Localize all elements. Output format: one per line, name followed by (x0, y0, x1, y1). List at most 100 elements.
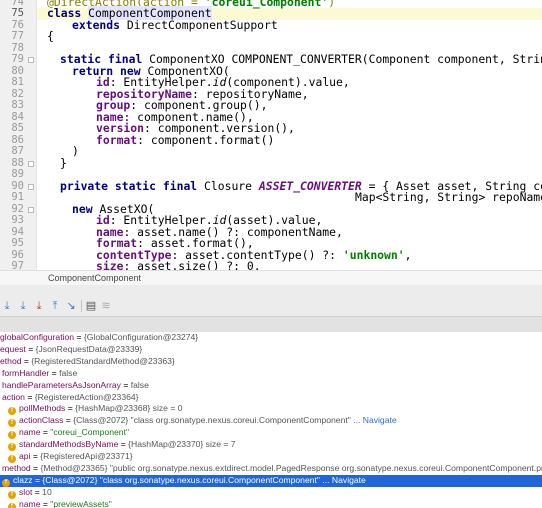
variables-pane-header (0, 317, 542, 333)
variable-row[interactable]: f clazz = {Class@2072} "class org.sonatyp… (0, 474, 542, 487)
variable-row[interactable]: f standardMethodsByName = {HashMap@23370}… (0, 439, 542, 452)
variable-name: method (2, 462, 31, 473)
variable-name: clazz (13, 474, 33, 485)
debugger-toolbar: ⤓ ⤓ ⤓ ⤒ ↘ ▤ ≋ (0, 296, 542, 317)
line-number: 93 (11, 214, 24, 226)
field-icon: f (8, 407, 16, 416)
variable-equals: = (40, 498, 51, 508)
variable-name: actionClass (19, 415, 64, 426)
variable-name: api (19, 451, 31, 461)
variable-equals: = (74, 332, 84, 342)
variable-equals: = (25, 343, 36, 354)
code-line-91: Map<String, String> repoNamesFo (355, 190, 542, 204)
line-number: 87 (11, 145, 24, 157)
variable-equals: = (24, 391, 35, 402)
field-icon: f (8, 455, 16, 463)
navigate-link[interactable]: ... Navigate (353, 415, 396, 425)
variable-row[interactable]: method = {Method@23365} "public org.sona… (0, 463, 542, 475)
variable-value: {RegisteredStandardMethod@23363} (31, 355, 175, 366)
variable-row[interactable]: f actionClass = {Class@2072} "class org.s… (0, 415, 542, 428)
line-number: 95 (11, 237, 24, 249)
variable-row[interactable]: action = {RegisteredAction@23364} (0, 392, 542, 404)
variable-value: {HashMap@23370} size = 7 (128, 439, 236, 450)
variable-value: {JsonRequestData@23339} (35, 343, 143, 354)
variable-name: equest (0, 343, 26, 354)
variable-value: {GlobalConfiguration@23274} (83, 332, 199, 342)
table-view-icon[interactable]: ▤ (84, 299, 98, 313)
variable-row[interactable]: ethod = {RegisteredStandardMethod@23363} (0, 356, 542, 368)
field-icon: f (8, 443, 16, 452)
variable-name: pollMethods (19, 403, 66, 414)
breadcrumb[interactable]: ComponentComponent (0, 270, 542, 285)
field-icon: f (8, 419, 16, 428)
step-out-icon[interactable]: ⤒ (48, 299, 62, 313)
line-number: 85 (11, 122, 24, 134)
variable-name: action (2, 391, 25, 402)
variable-row[interactable]: f name = "previewAssets" (0, 499, 542, 508)
variable-row[interactable]: f pollMethods = {HashMap@23368} size = 0 (0, 403, 542, 416)
variable-equals: = (32, 486, 43, 497)
step-into-icon[interactable]: ⤓ (16, 299, 30, 313)
variable-value: "previewAssets" (50, 498, 112, 508)
navigate-link[interactable]: ... Navigate (322, 475, 365, 485)
variable-row[interactable]: f name = "coreui_Component" (0, 427, 542, 440)
variable-equals: = (30, 451, 41, 461)
variable-name: name (19, 498, 41, 508)
fold-marker-icon[interactable] (28, 184, 34, 190)
more-icon[interactable]: ≋ (99, 299, 113, 313)
variable-value: {Class@2072} "class org.sonatype.nexus.c… (42, 474, 320, 485)
variable-row[interactable]: f slot = 10 (0, 487, 542, 499)
variable-row[interactable]: equest = {JsonRequestData@23339} (0, 344, 542, 356)
variable-equals: = (49, 367, 60, 378)
variable-value: {Class@2072} "class org.sonatype.nexus.c… (73, 415, 351, 426)
variable-equals: = (21, 355, 32, 366)
variables-tree[interactable]: globalConfiguration = {GlobalConfigurati… (0, 332, 542, 508)
variable-equals: = (120, 379, 131, 390)
line-number: 91 (11, 191, 24, 203)
run-to-cursor-icon[interactable]: ↘ (64, 299, 78, 313)
variable-name: globalConfiguration (0, 332, 75, 342)
variable-name: slot (19, 486, 33, 497)
toolbar-separator (81, 300, 82, 312)
line-number: 97 (11, 260, 24, 270)
variable-name: handleParametersAsJsonArray (2, 379, 121, 390)
step-over-icon[interactable]: ⤓ (0, 299, 14, 313)
line-number: 81 (11, 76, 24, 88)
fold-marker-icon[interactable] (28, 207, 34, 213)
variable-equals: = (63, 415, 74, 426)
breadcrumb-item[interactable]: ComponentComponent (48, 273, 141, 283)
field-icon: f (8, 431, 16, 440)
variable-value: "coreui_Component" (50, 427, 130, 438)
code-line-77: { (47, 29, 54, 43)
variable-row[interactable]: formHandler = false (0, 368, 542, 380)
variable-row[interactable]: f api = {RegisteredApi@23371} (0, 451, 542, 463)
line-number: 77 (11, 30, 24, 42)
fold-marker-icon[interactable] (28, 161, 34, 167)
fold-marker-icon[interactable] (28, 57, 34, 63)
field-icon: f (8, 502, 16, 508)
code-line-86: format: component.format() (96, 133, 275, 147)
variable-equals: = (118, 439, 129, 450)
line-number: 89 (11, 168, 24, 180)
code-line-97: size: asset.size() ?: 0. (96, 259, 261, 270)
variable-value: false (59, 367, 78, 378)
variable-row[interactable]: handleParametersAsJsonArray = false (0, 380, 542, 392)
variable-equals: = (30, 462, 41, 473)
line-number: 75 (11, 7, 24, 19)
variable-value: {RegisteredAction@23364} (34, 391, 139, 402)
variable-value: {HashMap@23368} size = 0 (75, 403, 183, 414)
panel-divider[interactable] (0, 285, 542, 296)
variable-value: {Method@23365} "public org.sonatype.nexu… (40, 462, 542, 473)
variable-value: {RegisteredApi@23371} (40, 451, 133, 461)
variable-row[interactable]: globalConfiguration = {GlobalConfigurati… (0, 332, 542, 344)
code-line-87: ) (72, 144, 79, 158)
code-line-88: } (60, 156, 67, 170)
line-number: 79 (11, 53, 24, 65)
field-icon: f (2, 478, 10, 487)
force-step-into-icon[interactable]: ⤓ (32, 299, 46, 313)
field-icon: f (8, 490, 16, 499)
line-number: 83 (11, 99, 24, 111)
variable-value: false (130, 379, 149, 390)
variable-name: formHandler (2, 367, 50, 378)
code-editor[interactable]: 74 75 76 77 78 79 80 81 82 83 84 85 86 8… (0, 0, 542, 270)
